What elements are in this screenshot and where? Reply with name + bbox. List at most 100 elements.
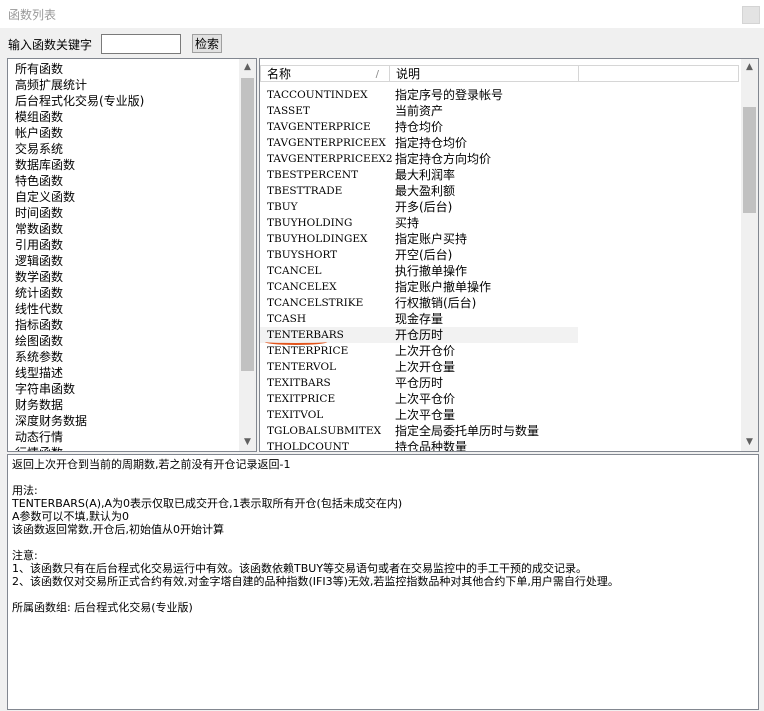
category-item[interactable]: 高频扩展统计	[15, 77, 144, 93]
scroll-down-icon[interactable]: ▼	[741, 434, 758, 451]
table-rows: TACCOUNTINDEX 指定序号的登录帐号 TASSET 当前资产 TAVGENTE…	[260, 87, 740, 452]
table-row[interactable]: TAVGENTERPRICEEX2 指定持仓方向均价	[260, 151, 740, 167]
function-name: TASSET	[267, 105, 310, 117]
category-item[interactable]: 线性代数	[15, 301, 144, 317]
scroll-down-icon[interactable]: ▼	[239, 434, 256, 451]
table-row[interactable]: TBESTTRADE 最大盈利额	[260, 183, 740, 199]
function-name: TBESTTRADE	[267, 185, 343, 197]
function-desc: 最大利润率	[395, 168, 456, 182]
table-row[interactable]: TENTERBARS 开仓历时	[260, 327, 578, 345]
function-table[interactable]: 名称 / 说明 TACCOUNTINDEX 指定序号的登录帐号 TASSET 当前资产…	[259, 58, 759, 452]
column-header-name[interactable]: 名称 /	[260, 65, 390, 82]
table-scrollbar[interactable]: ▲ ▼	[741, 59, 758, 451]
search-label: 输入函数关键字	[8, 38, 93, 52]
function-desc: 指定持仓均价	[395, 136, 468, 150]
table-row[interactable]: TBUYHOLDINGEX 指定账户买持	[260, 231, 740, 247]
category-item[interactable]: 动态行情	[15, 429, 144, 445]
column-header-empty[interactable]	[579, 65, 739, 82]
table-row[interactable]: TAVGENTERPRICEEX 指定持仓均价	[260, 135, 740, 151]
table-row[interactable]: TBESTPERCENT 最大利润率	[260, 167, 740, 183]
category-item[interactable]: 数据库函数	[15, 157, 144, 173]
category-item[interactable]: 深度财务数据	[15, 413, 144, 429]
category-item[interactable]: 后台程式化交易(专业版)	[15, 93, 144, 109]
category-item[interactable]: 特色函数	[15, 173, 144, 189]
function-name: TCASH	[267, 313, 306, 325]
function-desc: 指定账户买持	[395, 232, 468, 246]
scroll-up-icon[interactable]: ▲	[239, 59, 256, 76]
table-row[interactable]: TCASH 现金存量	[260, 311, 740, 327]
table-row[interactable]: TGLOBALSUBMITEX 指定全局委托单历时与数量	[260, 423, 740, 439]
category-item[interactable]: 行情函数	[15, 445, 144, 451]
function-desc: 平仓历时	[395, 376, 444, 390]
category-item[interactable]: 模组函数	[15, 109, 144, 125]
table-row[interactable]: TEXITBARS 平仓历时	[260, 375, 740, 391]
function-desc: 指定序号的登录帐号	[395, 88, 504, 102]
category-item[interactable]: 指标函数	[15, 317, 144, 333]
table-row[interactable]: TACCOUNTINDEX 指定序号的登录帐号	[260, 87, 740, 103]
function-name: TACCOUNTINDEX	[267, 89, 368, 101]
function-desc: 上次平仓价	[395, 392, 456, 406]
function-name: TGLOBALSUBMITEX	[267, 425, 382, 437]
header-name-label: 名称	[267, 67, 292, 81]
table-row[interactable]: TASSET 当前资产	[260, 103, 740, 119]
function-desc: 行权撤销(后台)	[395, 296, 477, 310]
category-item[interactable]: 自定义函数	[15, 189, 144, 205]
close-button[interactable]	[742, 6, 760, 24]
category-scrollbar[interactable]: ▲ ▼	[239, 59, 256, 451]
function-name: TEXITBARS	[267, 377, 331, 389]
category-item[interactable]: 常数函数	[15, 221, 144, 237]
category-item[interactable]: 字符串函数	[15, 381, 144, 397]
table-row[interactable]: TBUY 开多(后台)	[260, 199, 740, 215]
function-name: TEXITVOL	[267, 409, 324, 421]
window-title: 函数列表	[8, 8, 57, 22]
function-desc: 持仓品种数量	[395, 440, 468, 452]
category-list[interactable]: 所有函数 高频扩展统计 后台程式化交易(专业版) 模组函数 帐户函数 交易系统 数据库函数特…	[7, 58, 257, 452]
function-desc: 开多(后台)	[395, 200, 453, 214]
detail-text: 返回上次开仓到当前的周期数,若之前没有开仓记录返回-1 用法: TENTERBA…	[12, 458, 619, 614]
function-name: TAVGENTERPRICEEX	[267, 137, 386, 149]
scroll-thumb[interactable]	[241, 78, 254, 371]
table-row[interactable]: TENTERPRICE 上次开仓价	[260, 343, 740, 359]
function-desc: 上次开仓价	[395, 344, 456, 358]
search-button[interactable]: 检索	[192, 34, 222, 53]
category-item[interactable]: 财务数据	[15, 397, 144, 413]
table-header: 名称 / 说明	[260, 59, 740, 87]
category-item[interactable]: 时间函数	[15, 205, 144, 221]
table-row[interactable]: TEXITPRICE 上次平仓价	[260, 391, 740, 407]
table-row[interactable]: TBUYHOLDING 买持	[260, 215, 740, 231]
category-item[interactable]: 统计函数	[15, 285, 144, 301]
category-item[interactable]: 引用函数	[15, 237, 144, 253]
table-row[interactable]: THOLDCOUNT 持仓品种数量	[260, 439, 740, 452]
table-row[interactable]: TEXITVOL 上次平仓量	[260, 407, 740, 423]
function-desc: 当前资产	[395, 104, 444, 118]
category-item[interactable]: 绘图函数	[15, 333, 144, 349]
category-item[interactable]: 逻辑函数	[15, 253, 144, 269]
category-item[interactable]: 所有函数	[15, 61, 144, 77]
category-item[interactable]: 帐户函数	[15, 125, 144, 141]
table-row[interactable]: TENTERVOL 上次开仓量	[260, 359, 740, 375]
function-desc: 执行撤单操作	[395, 264, 468, 278]
table-row[interactable]: TCANCELEX 指定账户撤单操作	[260, 279, 740, 295]
function-desc: 持仓均价	[395, 120, 444, 134]
category-item[interactable]: 系统参数	[15, 349, 144, 365]
sort-icon: /	[375, 69, 379, 80]
function-desc: 开仓历时	[395, 328, 444, 342]
category-item[interactable]: 交易系统	[15, 141, 144, 157]
function-name: TBUY	[267, 201, 298, 213]
category-item[interactable]: 线型描述	[15, 365, 144, 381]
scroll-up-icon[interactable]: ▲	[741, 59, 758, 76]
function-desc: 上次平仓量	[395, 408, 456, 422]
category-item[interactable]: 数学函数	[15, 269, 144, 285]
column-header-desc[interactable]: 说明	[390, 65, 579, 82]
function-desc: 买持	[395, 216, 420, 230]
function-desc: 指定全局委托单历时与数量	[395, 424, 540, 438]
function-name: TAVGENTERPRICEEX2	[267, 153, 393, 165]
function-name: TBESTPERCENT	[267, 169, 359, 181]
table-row[interactable]: TAVGENTERPRICE 持仓均价	[260, 119, 740, 135]
category-items: 所有函数 高频扩展统计 后台程式化交易(专业版) 模组函数 帐户函数 交易系统 数据库函数特…	[15, 61, 144, 451]
table-row[interactable]: TCANCEL 执行撤单操作	[260, 263, 740, 279]
table-row[interactable]: TBUYSHORT 开空(后台)	[260, 247, 740, 263]
scroll-thumb[interactable]	[743, 107, 756, 213]
search-input[interactable]	[101, 34, 181, 54]
table-row[interactable]: TCANCELSTRIKE 行权撤销(后台)	[260, 295, 740, 311]
